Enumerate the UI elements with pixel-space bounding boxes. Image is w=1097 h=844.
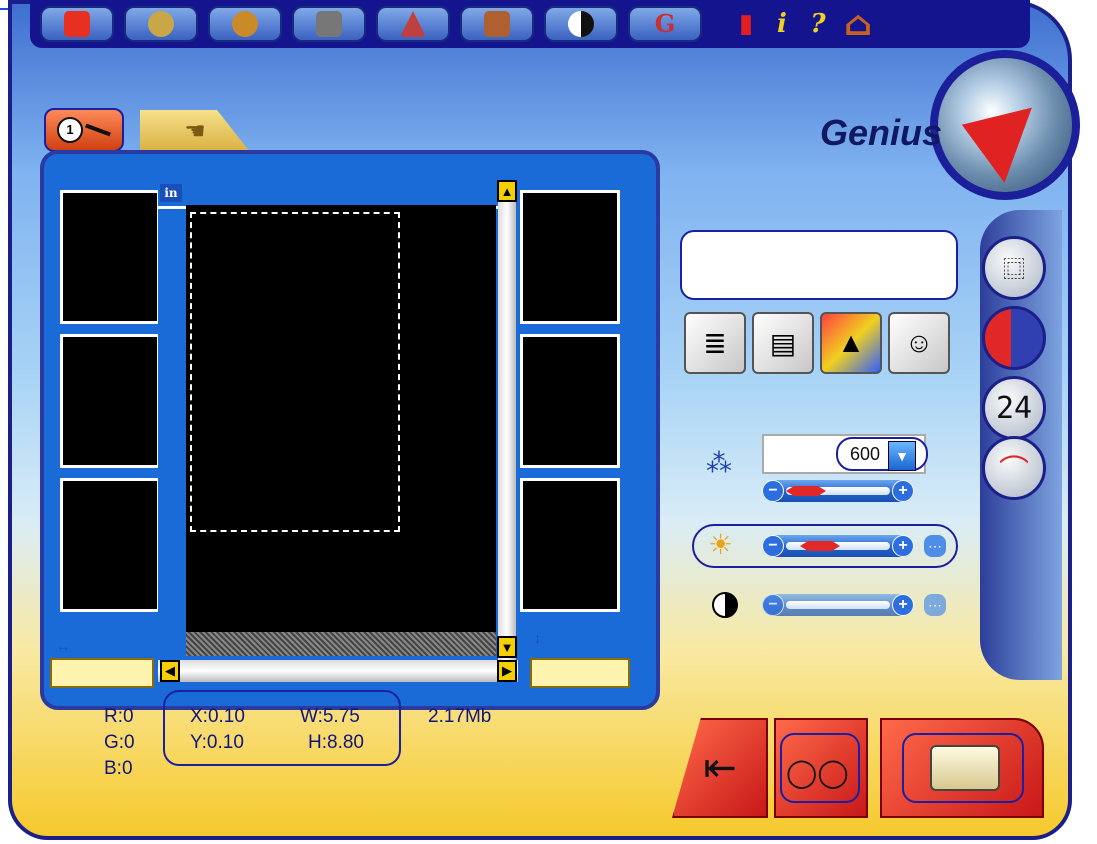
thumbnail-slot[interactable] (60, 190, 160, 324)
contrast-circle-icon (568, 11, 594, 37)
arch-icon (484, 11, 510, 37)
horizontal-resize-icon: ↔ (56, 638, 70, 654)
green-value: G:0 (104, 732, 135, 753)
contrast-track (786, 601, 890, 609)
brightness-minus-button[interactable]: − (762, 535, 784, 557)
info-icon[interactable]: i (766, 8, 798, 40)
brightness-more-button[interactable]: ⋯ (924, 535, 946, 557)
resolution-icon: ⁂ (706, 448, 732, 478)
file-size-value: 2.17Mb (428, 706, 492, 727)
multi-scan-button[interactable]: ⿴ (982, 236, 1046, 300)
statue-icon: ☺ (904, 327, 934, 358)
g-button[interactable]: G (628, 6, 702, 42)
pyramid-button[interactable] (376, 6, 450, 42)
balloon-icon: ▲ (837, 327, 865, 358)
multi-scan-icon: ⿴ (1002, 257, 1025, 282)
width-value: W:5.75 (300, 706, 360, 727)
thumbnail-slot[interactable] (60, 478, 160, 612)
vertical-resize-icon: ↕ (534, 630, 541, 646)
text-document-button[interactable]: ≣ (684, 312, 746, 374)
resolution-plus-button[interactable]: + (892, 480, 914, 502)
scroll-down-button[interactable]: ▼ (497, 636, 517, 658)
thumbnail-slot[interactable] (520, 334, 620, 468)
magnifier-icon: 1 (57, 117, 83, 143)
thumbnail-slot[interactable] (520, 478, 620, 612)
contrast-more-button[interactable]: ⋯ (924, 594, 946, 616)
vertical-scrollbar[interactable] (498, 180, 516, 660)
scanner-icon (930, 745, 1000, 791)
color-mode-button[interactable] (982, 306, 1046, 370)
brightness-plus-button[interactable]: + (892, 535, 914, 557)
g-letter-icon: G (654, 9, 676, 38)
units-label[interactable]: in (160, 184, 182, 202)
help-icon[interactable]: ? (802, 8, 834, 40)
y-value: Y:0.10 (190, 732, 244, 753)
x-value: X:0.10 (190, 706, 245, 727)
contrast-minus-button[interactable]: − (762, 594, 784, 616)
resolution-dropdown-button[interactable]: ▼ (888, 441, 916, 471)
scan-refresh-icon (64, 11, 90, 37)
scan-refresh-button[interactable] (40, 6, 114, 42)
bit-depth-button[interactable]: 24 (982, 376, 1046, 440)
exit-door-icon: ⇤ (703, 746, 737, 790)
vertical-ruler (158, 180, 184, 660)
name-field[interactable] (680, 230, 958, 300)
grayscale-photo-button[interactable]: ☺ (888, 312, 950, 374)
sphere-icon (232, 11, 258, 37)
exit-door-small-icon[interactable]: ▮ (730, 8, 762, 40)
preview-unscanned-strip (186, 632, 496, 656)
brightness-slider-thumb[interactable] (800, 541, 840, 551)
selection-dimensions-box (163, 690, 401, 766)
window-icon (316, 11, 342, 37)
right-field[interactable] (530, 658, 630, 688)
gear-sun-icon (148, 11, 174, 37)
scroll-right-button[interactable]: ▶ (497, 660, 517, 682)
thumbnail-slot[interactable] (60, 334, 160, 468)
scan-selection-box[interactable] (190, 212, 400, 532)
resolution-minus-button[interactable]: − (762, 480, 784, 502)
scroll-left-button[interactable]: ◀ (160, 660, 180, 682)
brand-logo-text: Genius (820, 112, 943, 153)
rainbow-button[interactable]: ⌒ (982, 436, 1046, 500)
tab-preview[interactable]: 1 (44, 108, 124, 152)
contrast-plus-button[interactable]: + (892, 594, 914, 616)
brightness-icon: ☀ (708, 529, 734, 560)
contrast-button[interactable] (544, 6, 618, 42)
hand-icon: ☚ (184, 117, 206, 145)
newspaper-button[interactable]: ▤ (752, 312, 814, 374)
scroll-up-button[interactable]: ▲ (497, 180, 517, 202)
sphere-button[interactable] (208, 6, 282, 42)
rainbow-icon: ⌒ (999, 455, 1029, 488)
red-value: R:0 (104, 706, 134, 727)
arch-button[interactable] (460, 6, 534, 42)
height-value: H:8.80 (308, 732, 364, 753)
window-button[interactable] (292, 6, 366, 42)
magnifier-handle (85, 123, 111, 137)
newspaper-icon: ▤ (769, 327, 797, 359)
contrast-icon (712, 592, 738, 618)
thumbnail-slot[interactable] (520, 190, 620, 324)
color-photo-button[interactable]: ▲ (820, 312, 882, 374)
glasses-icon: ◯◯ (786, 757, 849, 788)
left-field[interactable] (50, 658, 154, 688)
pyramid-icon (400, 11, 426, 37)
gear-sun-button[interactable] (124, 6, 198, 42)
horizontal-scrollbar[interactable] (158, 660, 518, 682)
resolution-slider-thumb[interactable] (786, 486, 826, 496)
home-icon[interactable]: ⌂ (842, 4, 874, 44)
blue-value: B:0 (104, 758, 133, 779)
document-icon: ≣ (703, 327, 727, 359)
